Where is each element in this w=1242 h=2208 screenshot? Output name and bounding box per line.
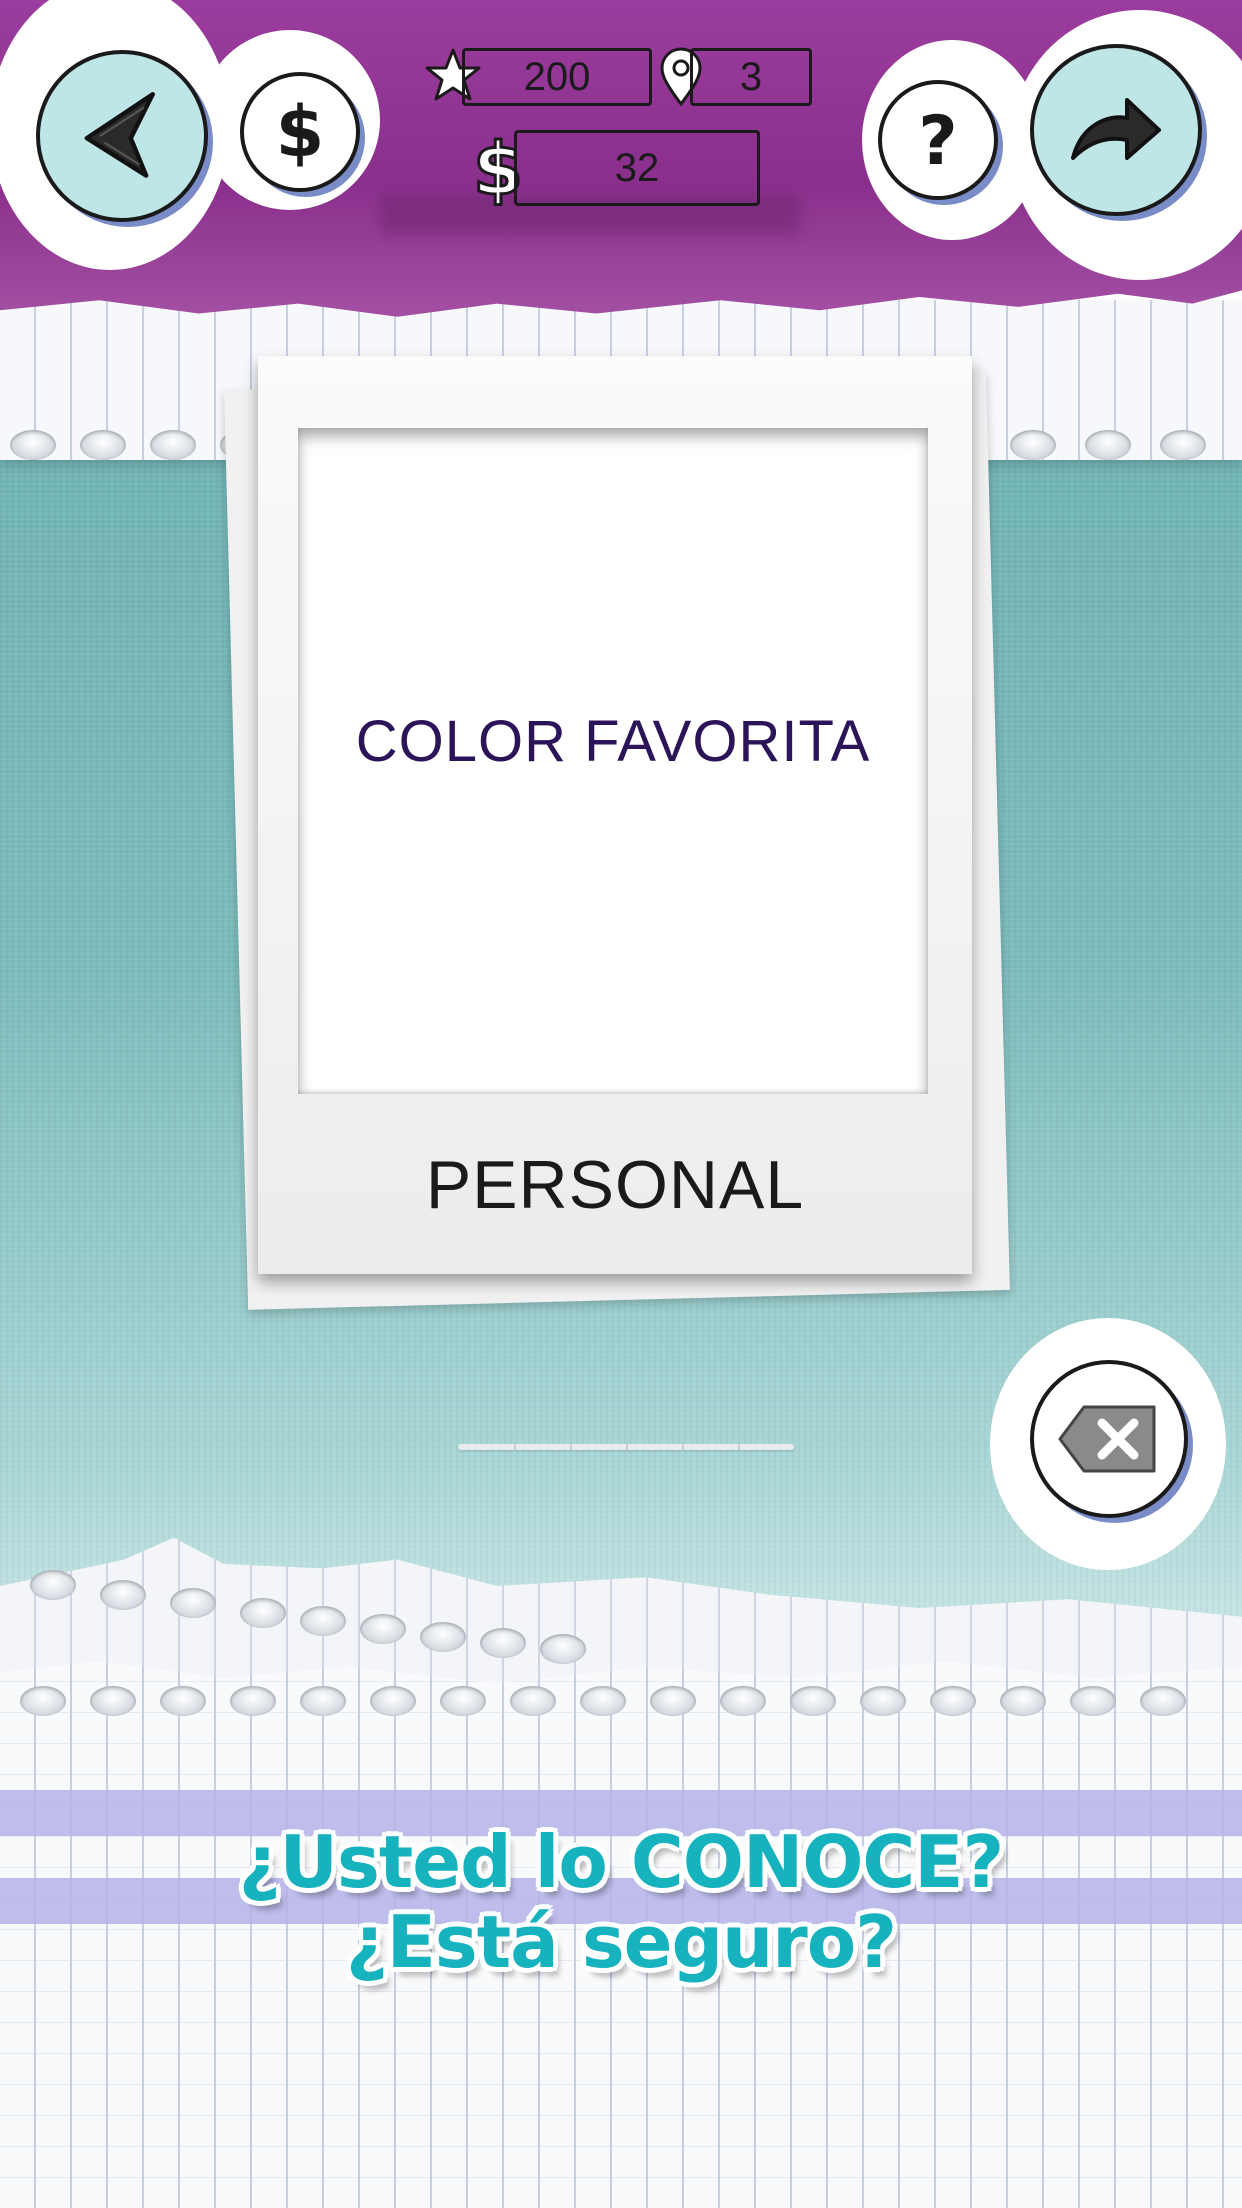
location-counter: 3 (690, 48, 812, 106)
svg-text:$: $ (276, 92, 325, 172)
stars-counter: 200 (462, 48, 652, 106)
notebook-holes (0, 1686, 1242, 1726)
back-button[interactable] (36, 50, 208, 222)
slogan: ¿Usted lo CONOCE? ¿Está seguro? (0, 1822, 1242, 1982)
answer-input-line (458, 1444, 794, 1450)
card-category: PERSONAL (425, 1147, 805, 1223)
svg-text:?: ? (918, 102, 957, 180)
coins-counter: 32 (514, 130, 760, 206)
slogan-line-1: ¿Usted lo CONOCE? (238, 1820, 1004, 1904)
card-photo-area: COLOR FAVORITA (298, 428, 928, 1094)
help-button[interactable]: ? (878, 80, 998, 200)
share-button[interactable] (1030, 44, 1202, 216)
backspace-icon (1058, 1405, 1156, 1473)
question-card: COLOR FAVORITA PERSONAL (258, 356, 972, 1274)
delete-button[interactable] (1030, 1360, 1188, 1518)
torn-layer-holes (0, 1570, 1242, 1664)
shop-button[interactable]: $ (240, 72, 360, 192)
back-arrow-icon (84, 92, 155, 178)
slogan-line-2: ¿Está seguro? (345, 1900, 897, 1984)
stars-value: 200 (523, 54, 591, 99)
coins-value: 32 (614, 145, 660, 190)
share-arrow-icon (1071, 98, 1161, 160)
location-value: 3 (739, 54, 763, 99)
dollar-icon: $ (276, 92, 325, 172)
question-icon: ? (918, 102, 957, 180)
card-prompt: COLOR FAVORITA (355, 708, 871, 774)
